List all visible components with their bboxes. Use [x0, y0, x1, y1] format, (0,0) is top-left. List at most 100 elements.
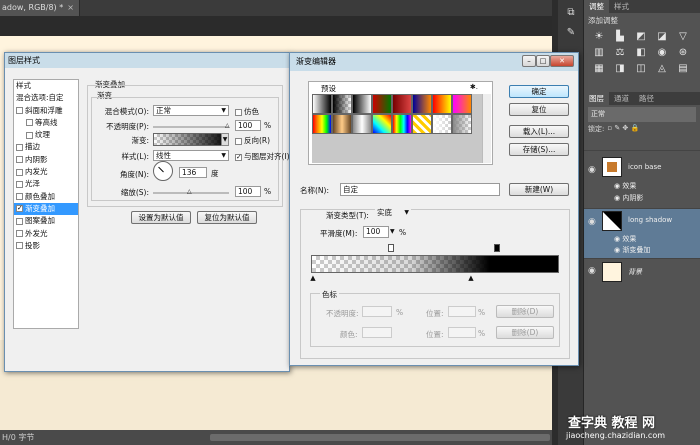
style-select[interactable]: 线性 ▼ — [153, 150, 229, 161]
threshold-icon[interactable]: ◬ — [655, 62, 669, 75]
smoothness-input[interactable]: 100 — [363, 226, 389, 238]
reset-button[interactable]: 复位 — [509, 103, 569, 116]
preset-swatch[interactable] — [452, 114, 472, 134]
make-default-button[interactable]: 设置为默认值 — [131, 211, 191, 224]
eye-icon[interactable]: ◉ — [588, 165, 596, 175]
preset-swatch[interactable] — [432, 114, 452, 134]
lookup-icon[interactable]: ▦ — [592, 62, 606, 75]
style-item[interactable]: 等高线 — [14, 117, 78, 129]
tab-channels[interactable]: 通道 — [609, 92, 634, 105]
checkbox[interactable] — [16, 230, 23, 238]
minimize-icon[interactable]: – — [522, 55, 536, 67]
preset-swatch[interactable] — [392, 114, 412, 134]
color-stop-left[interactable]: ▲ — [310, 275, 316, 282]
preset-swatch[interactable] — [332, 94, 352, 114]
scale-input[interactable]: 100 — [235, 186, 261, 197]
style-item[interactable]: 纹理 — [14, 129, 78, 141]
tab-styles[interactable]: 样式 — [609, 0, 634, 13]
blend-mode-select[interactable]: 正常 ▼ — [153, 105, 229, 116]
layer-background[interactable]: ◉ 背景 — [584, 258, 700, 284]
opacity-slider[interactable] — [153, 126, 229, 128]
layer-icon-base[interactable]: ◉ icon base ◉ 效果 ◉ 内阴影 — [584, 150, 700, 208]
preset-swatch[interactable] — [312, 94, 332, 114]
color-balance-icon[interactable]: ⚖ — [613, 46, 627, 59]
opacity-stop-left[interactable] — [388, 244, 394, 252]
checkbox[interactable] — [16, 242, 23, 250]
gradient-preview[interactable] — [153, 133, 229, 146]
invert-icon[interactable]: ◨ — [613, 62, 627, 75]
curves-icon[interactable]: ◩ — [634, 30, 648, 43]
name-input[interactable]: 自定 — [340, 183, 500, 196]
blend-mode-select[interactable]: 正常 — [588, 107, 696, 122]
opacity-input[interactable]: 100 — [235, 120, 261, 131]
align-checkbox[interactable]: ✓ 与图层对齐(I) — [235, 151, 290, 162]
style-item[interactable]: 斜面和浮雕 — [14, 105, 78, 117]
stop-color-swatch[interactable] — [362, 327, 392, 338]
delete-color-stop-button[interactable]: 删除(D) — [496, 326, 554, 339]
checkbox[interactable] — [16, 217, 23, 225]
chevron-down-icon[interactable]: ▼ — [390, 226, 396, 238]
photo-filter-icon[interactable]: ◉ — [655, 46, 669, 59]
chevron-down-icon[interactable]: ▼ — [221, 133, 229, 146]
maximize-icon[interactable]: □ — [536, 55, 550, 67]
preset-swatch[interactable] — [332, 114, 352, 134]
style-item[interactable]: 外发光 — [14, 228, 78, 240]
style-item-selected[interactable]: ✓ 渐变叠加 — [14, 202, 78, 216]
preset-swatch[interactable] — [372, 94, 392, 114]
checkbox-checked[interactable]: ✓ — [16, 205, 23, 213]
preset-swatch[interactable] — [372, 114, 392, 134]
style-item[interactable]: 光泽 — [14, 178, 78, 190]
posterize-icon[interactable]: ◫ — [634, 62, 648, 75]
tab-paths[interactable]: 路径 — [634, 92, 659, 105]
tab-adjustments[interactable]: 调整 — [584, 0, 609, 13]
style-item[interactable]: 描边 — [14, 141, 78, 153]
preset-swatch[interactable] — [432, 94, 452, 114]
color-stop-right[interactable]: ▲ — [468, 275, 474, 282]
effects-row[interactable]: ◉ 效果 — [584, 234, 700, 245]
bw-icon[interactable]: ◧ — [634, 46, 648, 59]
opacity-stop-right[interactable] — [494, 244, 500, 252]
delete-opacity-stop-button[interactable]: 删除(D) — [496, 305, 554, 318]
ok-button[interactable]: 确定 — [509, 85, 569, 98]
gear-icon[interactable]: ✱. — [470, 83, 478, 91]
checkbox[interactable] — [16, 168, 23, 176]
gradient-ramp[interactable] — [311, 255, 559, 273]
save-button[interactable]: 存储(S)... — [509, 143, 569, 156]
style-item[interactable]: 内发光 — [14, 166, 78, 178]
channel-mixer-icon[interactable]: ⊛ — [676, 46, 690, 59]
preset-swatch[interactable] — [452, 94, 472, 114]
slider-thumb-icon[interactable]: △ — [225, 122, 230, 129]
style-item[interactable]: 样式 — [14, 80, 78, 92]
eye-icon[interactable]: ◉ — [588, 217, 596, 227]
eye-icon[interactable]: ◉ — [588, 266, 596, 276]
load-button[interactable]: 载入(L)... — [509, 125, 569, 138]
stop-color-location-input[interactable] — [448, 327, 476, 338]
slider-thumb-icon[interactable]: △ — [187, 188, 192, 195]
presets-scrollbar[interactable] — [482, 94, 491, 163]
checkbox[interactable] — [235, 137, 242, 145]
preset-swatch[interactable] — [392, 94, 412, 114]
preset-swatch[interactable] — [312, 114, 332, 134]
reset-default-button[interactable]: 复位为默认值 — [197, 211, 257, 224]
document-tab[interactable]: adow, RGB/8) * × — [0, 0, 80, 16]
preset-swatch[interactable] — [352, 94, 372, 114]
reverse-checkbox[interactable]: 反向(R) — [235, 135, 270, 146]
preset-swatch[interactable] — [412, 114, 432, 134]
checkbox[interactable] — [16, 193, 23, 201]
effect-row[interactable]: ◉ 渐变叠加 — [584, 245, 700, 256]
hue-icon[interactable]: ▥ — [592, 46, 606, 59]
checkbox[interactable] — [16, 156, 23, 164]
preset-swatch[interactable] — [412, 94, 432, 114]
history-icon[interactable]: ⧉ — [563, 6, 579, 20]
stop-location-input[interactable] — [448, 306, 476, 317]
brightness-icon[interactable]: ☀ — [592, 30, 606, 43]
style-item[interactable]: 投影 — [14, 240, 78, 252]
style-item[interactable]: 内阴影 — [14, 154, 78, 166]
checkbox[interactable] — [235, 108, 242, 116]
stop-opacity-input[interactable] — [362, 306, 392, 317]
levels-icon[interactable]: ▙ — [613, 30, 627, 43]
checkbox[interactable] — [16, 180, 23, 188]
gradient-type-select[interactable]: 实底 ▼ — [375, 208, 411, 220]
angle-dial[interactable] — [153, 161, 173, 181]
close-icon[interactable]: ✕ — [550, 55, 574, 67]
